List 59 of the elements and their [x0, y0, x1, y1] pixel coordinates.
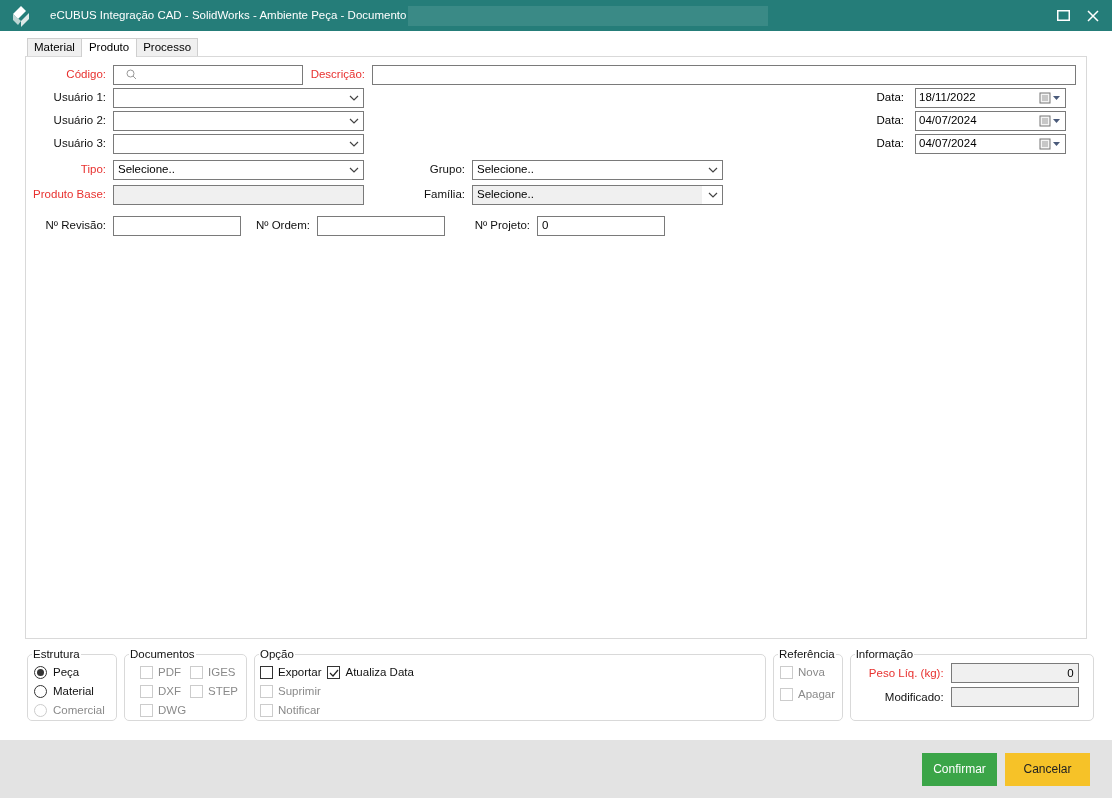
field-label: Nº Projeto: — [474, 218, 530, 234]
date-field[interactable]: 18/11/2022 — [915, 88, 1066, 108]
field-label: Tipo: — [80, 162, 106, 178]
field-label: Descrição: — [310, 66, 365, 82]
input-field[interactable] — [950, 687, 1079, 708]
field-label: Data: — [876, 136, 904, 152]
dropdown-field[interactable] — [113, 88, 364, 108]
maximize-icon — [1056, 10, 1070, 21]
input-field[interactable]: 0 — [537, 216, 665, 236]
dropdown-field[interactable]: Selecione.. — [113, 160, 364, 180]
input-field[interactable] — [113, 216, 241, 236]
date-field[interactable]: 04/07/2024 — [915, 111, 1066, 131]
group-title: Estrutura — [32, 647, 81, 662]
radio-button[interactable]: Peça — [34, 663, 110, 683]
field-label: Nº Revisão: — [45, 218, 106, 234]
calendar-icon — [1039, 92, 1061, 104]
chevron-down-icon — [349, 141, 359, 147]
field-label: Produto Base: — [33, 187, 106, 203]
dropdown-field[interactable]: Selecione.. — [472, 160, 723, 180]
field-label: Data: — [876, 113, 904, 129]
search-icon — [126, 69, 137, 80]
chevron-down-icon — [708, 167, 718, 173]
calendar-icon — [1039, 138, 1061, 150]
dropdown-field[interactable] — [113, 111, 364, 131]
chevron-down-icon — [349, 167, 359, 173]
field-label: Usuário 3: — [53, 136, 106, 152]
calendar-icon — [1039, 115, 1061, 127]
cancel-button[interactable]: Cancelar — [1005, 752, 1090, 786]
date-field[interactable]: 04/07/2024 — [915, 134, 1066, 154]
field-label: Data: — [876, 90, 904, 106]
radio-button[interactable]: Material — [34, 682, 110, 702]
field-label: Família: — [424, 187, 465, 203]
input-field[interactable]: 0 — [950, 663, 1079, 684]
tab[interactable]: Produto — [80, 38, 138, 57]
field-label: Modificado: — [884, 689, 944, 705]
field-label: Peso Líq. (kg): — [868, 665, 944, 681]
chevron-down-icon — [349, 118, 359, 124]
checkbox[interactable]: Atualiza Data — [327, 663, 414, 683]
field-label: Usuário 2: — [53, 113, 106, 129]
input-field[interactable] — [317, 216, 445, 236]
chevron-down-icon — [349, 95, 359, 101]
input-field[interactable] — [372, 64, 1076, 85]
tab[interactable]: Processo — [136, 38, 199, 56]
window-title: eCUBUS Integração CAD - SolidWorks - Ambiente Peça - Documento — [50, 7, 407, 23]
tab[interactable]: Material — [27, 38, 82, 56]
checkbox[interactable]: Exportar — [260, 663, 322, 683]
group-title: Informação — [854, 647, 915, 662]
chevron-down-icon — [708, 192, 718, 198]
field-label: Grupo: — [429, 162, 465, 178]
field-label: Código: — [66, 66, 106, 82]
group-title: Referência — [778, 647, 836, 662]
field-label: Nº Ordem: — [255, 218, 310, 234]
checkmark-icon — [328, 668, 339, 677]
dropdown-field[interactable] — [113, 134, 364, 154]
group-title: Opção — [259, 647, 295, 662]
close-icon — [1087, 9, 1099, 22]
field-label: Usuário 1: — [53, 90, 106, 106]
search-field[interactable] — [113, 64, 303, 85]
group-title: Documentos — [129, 647, 196, 662]
